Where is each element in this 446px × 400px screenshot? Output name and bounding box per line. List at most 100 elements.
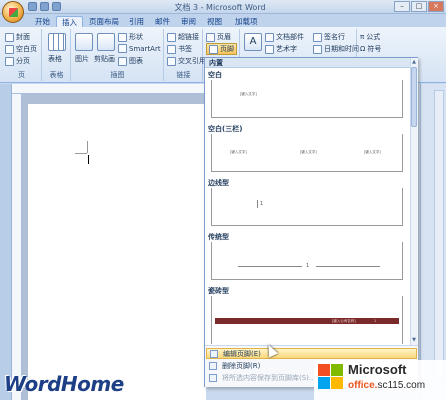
edit-footer-icon: [210, 350, 218, 358]
template-page-number: 1: [374, 319, 377, 323]
section-label-blank: 空白: [208, 71, 222, 79]
group-label-tables: 表格: [49, 71, 64, 79]
cover-page-icon: [5, 32, 14, 42]
picture-icon: [75, 33, 93, 51]
undo-icon[interactable]: [40, 2, 49, 11]
template-placeholder: [键入文字]: [230, 150, 247, 154]
footer-template-blank-three-columns[interactable]: [键入文字] [键入文字] [键入文字]: [211, 134, 403, 172]
signature-line-icon: [313, 32, 322, 42]
office-logo-icon: [9, 8, 18, 17]
table-button[interactable]: 表格: [48, 54, 62, 64]
window-title: 文档 3 - Microsoft Word: [174, 3, 266, 12]
footer-template-blank[interactable]: [键入文字]: [211, 80, 403, 118]
template-band: [215, 318, 399, 324]
document-page[interactable]: [28, 104, 206, 400]
section-label-traditional: 传统型: [208, 233, 229, 241]
section-label-sideline: 边线型: [208, 179, 229, 187]
quick-parts-icon: [265, 32, 274, 42]
footer-icon: [209, 44, 218, 54]
save-icon[interactable]: [28, 2, 37, 11]
shapes-icon: [118, 32, 127, 42]
office-button[interactable]: [2, 1, 24, 23]
minimize-button[interactable]: –: [394, 1, 410, 12]
margin-mark: [87, 141, 88, 153]
date-time-button[interactable]: 日期和时间: [313, 44, 359, 54]
shapes-button[interactable]: 形状: [118, 32, 143, 42]
footer-template-traditional[interactable]: 1: [211, 242, 403, 280]
watermark-site: office.sc115.com: [348, 380, 426, 391]
template-placeholder: [键入文字]: [240, 92, 257, 96]
footer-button[interactable]: 页脚: [206, 43, 237, 55]
ribbon-tabs: 开始 插入 页面布局 引用 邮件 审阅 视图 加载项: [0, 14, 446, 28]
bookmark-icon: [167, 44, 176, 54]
text-cursor: [88, 155, 89, 164]
hyperlink-button[interactable]: 超链接: [167, 32, 199, 42]
symbol-button[interactable]: Ω 符号: [360, 44, 381, 54]
smartart-icon: [118, 44, 127, 53]
remove-footer-icon: [209, 362, 217, 370]
footer-template-tiles[interactable]: [键入公司名称] 1: [211, 296, 403, 344]
group-illustrations: 图片 剪贴画 形状 SmartArt 图表 插图: [72, 29, 164, 81]
gallery-scroll-thumb[interactable]: [411, 67, 417, 127]
table-icon: [48, 33, 66, 51]
wordhome-watermark: WordHome: [4, 372, 124, 396]
quick-access-toolbar: [28, 2, 61, 12]
blank-page-button[interactable]: 空白页: [5, 44, 37, 54]
microsoft-office-watermark: Microsoft office.sc115.com: [314, 360, 446, 400]
edit-footer-menu-item[interactable]: 编辑页脚(E): [206, 348, 417, 359]
omega-icon: Ω: [360, 45, 366, 53]
smartart-button[interactable]: SmartArt: [118, 44, 161, 53]
group-label-illustrations: 插图: [110, 71, 125, 79]
header-button[interactable]: 页眉: [206, 32, 231, 42]
group-label-links: 链接: [176, 71, 191, 79]
horizontal-ruler[interactable]: [12, 84, 206, 94]
margin-mark: [75, 153, 87, 154]
title-bar: 文档 3 - Microsoft Word – □ ×: [0, 0, 446, 14]
vertical-scrollbar[interactable]: [434, 90, 444, 380]
windows-logo-icon: [318, 364, 344, 390]
calendar-icon: [313, 44, 322, 54]
maximize-button[interactable]: □: [411, 1, 427, 12]
text-box-button[interactable]: A: [244, 33, 262, 51]
blank-page-icon: [5, 44, 14, 54]
picture-button[interactable]: 图片: [75, 54, 89, 64]
window-controls: – □ ×: [394, 1, 444, 12]
template-page-number: 1: [306, 263, 310, 269]
clipart-button[interactable]: 剪贴画: [94, 54, 115, 64]
template-placeholder: [键入公司名称]: [332, 319, 356, 323]
gallery-header: 内置: [205, 58, 410, 68]
cross-reference-icon: [167, 56, 176, 66]
template-rule: [316, 266, 380, 267]
hyperlink-icon: [167, 32, 176, 42]
save-to-gallery-icon: [209, 374, 217, 382]
header-icon: [206, 32, 215, 42]
group-label-pages: 页: [18, 71, 25, 79]
wordart-icon: [265, 44, 274, 54]
clipart-icon: [97, 33, 115, 51]
equation-button[interactable]: π 公式: [360, 32, 380, 42]
vertical-ruler[interactable]: [12, 94, 22, 400]
group-pages: 封面 空白页 分页 页: [2, 29, 42, 81]
footer-template-sideline[interactable]: 1: [211, 188, 403, 226]
quick-parts-button[interactable]: 文档部件: [265, 32, 304, 42]
left-pane: [0, 84, 12, 400]
page-break-button[interactable]: 分页: [5, 56, 30, 66]
pi-icon: π: [360, 33, 365, 41]
group-tables: 表格 表格: [43, 29, 71, 81]
signature-line-button[interactable]: 签名行: [313, 32, 345, 42]
template-placeholder: [键入文字]: [364, 150, 381, 154]
close-button[interactable]: ×: [428, 1, 444, 12]
cover-page-button[interactable]: 封面: [5, 32, 30, 42]
template-rule: [238, 266, 302, 267]
section-label-tiles: 瓷砖型: [208, 287, 229, 295]
bookmark-button[interactable]: 书签: [167, 44, 192, 54]
redo-icon[interactable]: [52, 2, 61, 11]
cross-reference-button[interactable]: 交叉引用: [167, 56, 206, 66]
wordart-button[interactable]: 艺术字: [265, 44, 297, 54]
scroll-down-icon[interactable]: ▼: [410, 336, 418, 344]
scroll-up-icon[interactable]: ▲: [410, 58, 418, 66]
chart-button[interactable]: 图表: [118, 56, 143, 66]
template-rule: [257, 200, 258, 208]
group-links: 超链接 书签 交叉引用 链接: [165, 29, 206, 81]
template-placeholder: [键入文字]: [300, 150, 317, 154]
